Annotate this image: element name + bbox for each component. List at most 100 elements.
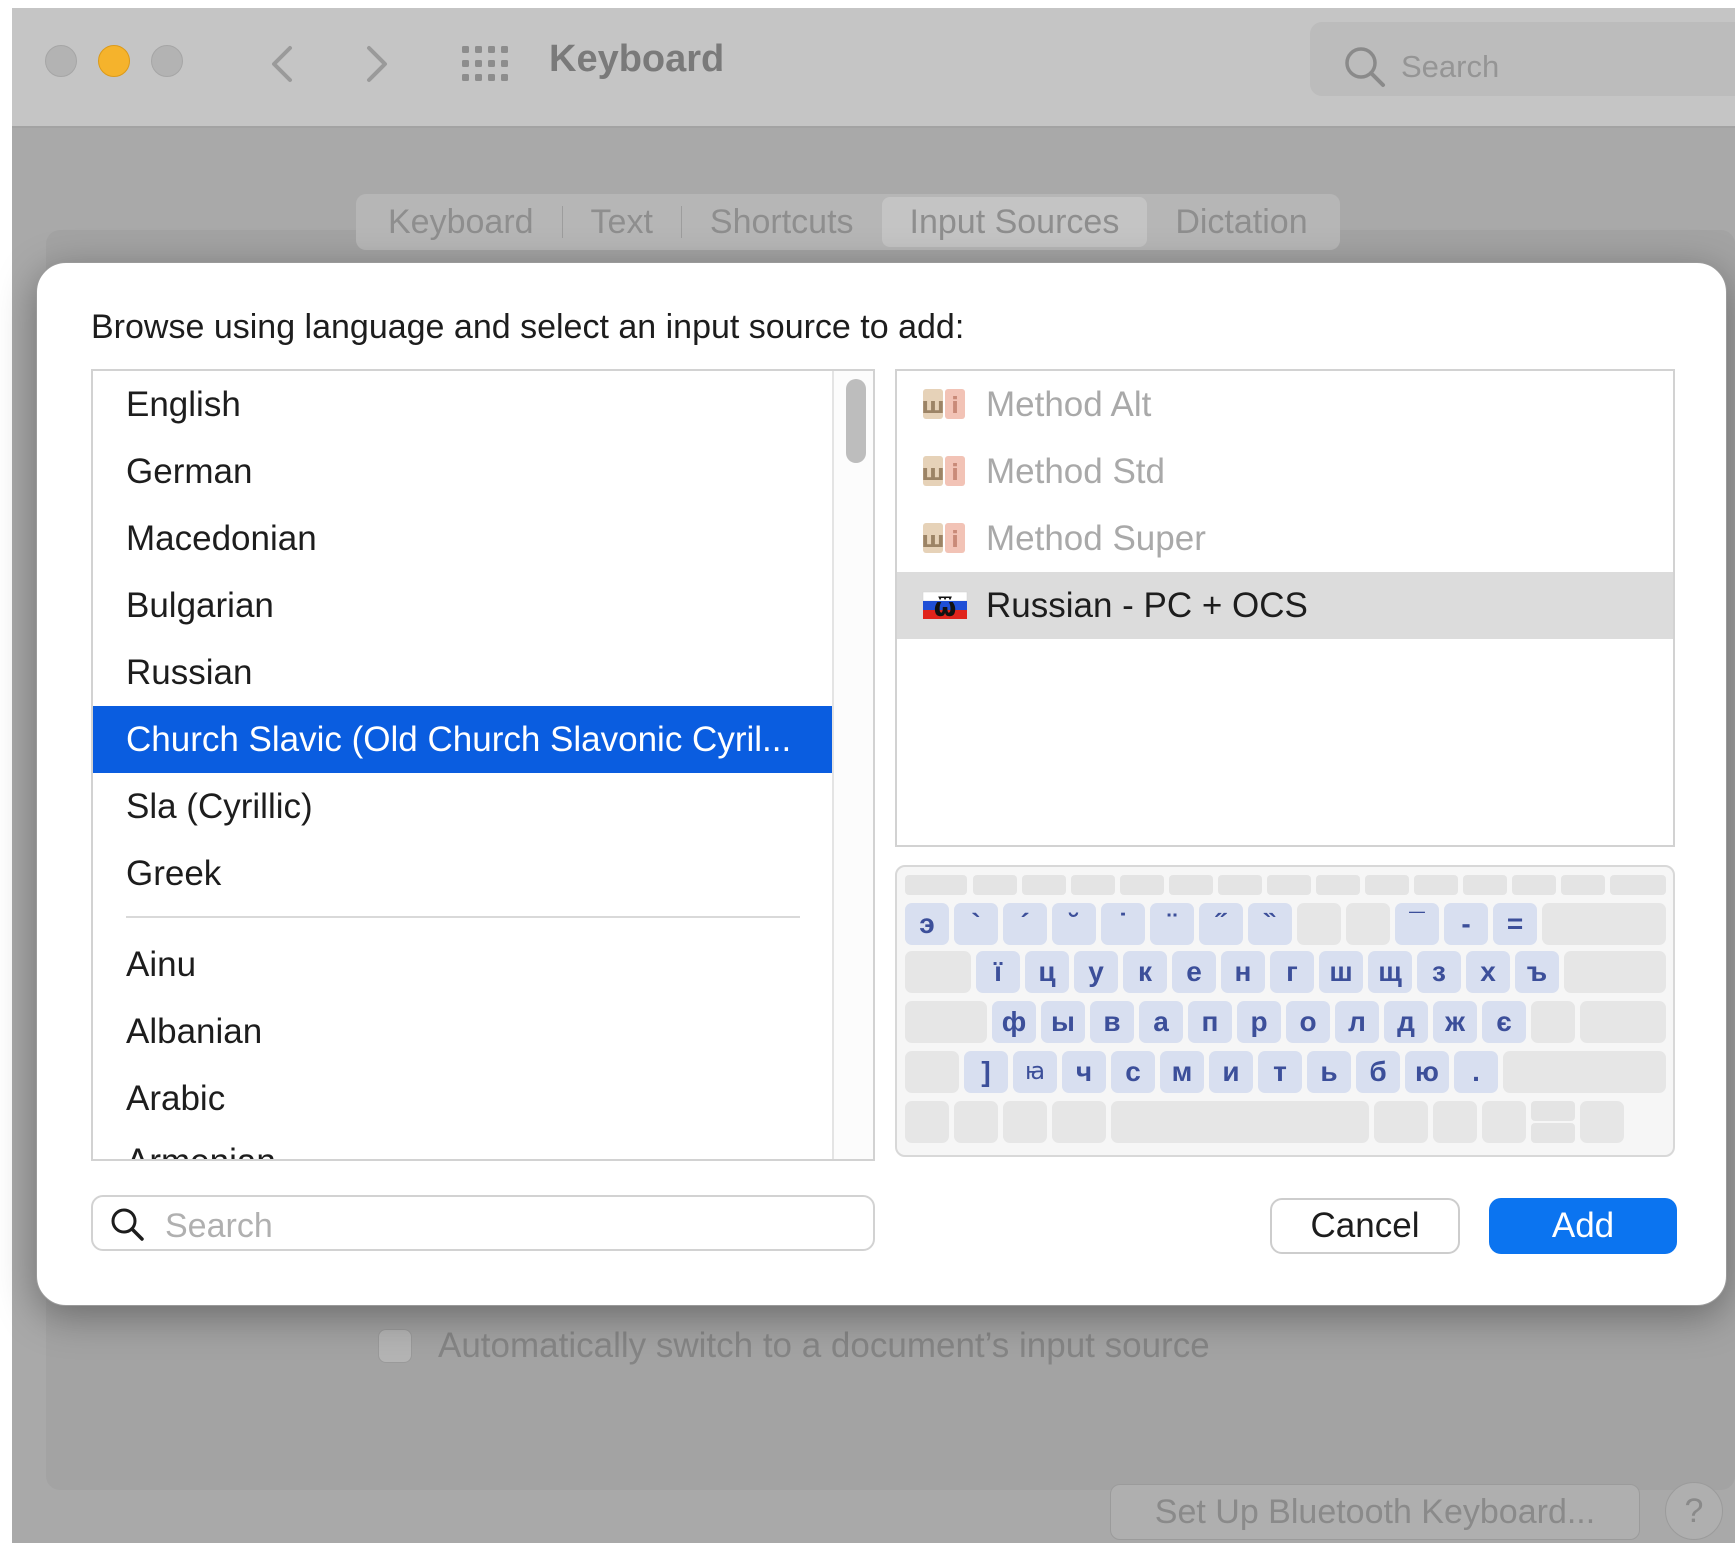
input-source-list[interactable]: ш і Method Alt ш і Method Std ш і Method… (895, 369, 1675, 847)
keyboard-key (1463, 875, 1507, 895)
keyboard-key: с (1111, 1051, 1155, 1093)
language-item-albanian[interactable]: Albanian (93, 998, 832, 1065)
language-item-bulgarian[interactable]: Bulgarian (93, 572, 832, 639)
keyboard-key: е (1172, 951, 1216, 993)
tab-input-sources[interactable]: Input Sources (881, 197, 1148, 247)
keyboard-key (1365, 875, 1409, 895)
language-item-macedonian[interactable]: Macedonian (93, 505, 832, 572)
keyboard-key: ˘ (1052, 903, 1096, 945)
language-item-arabic[interactable]: Arabic (93, 1065, 832, 1132)
language-item-armenian[interactable]: Armenian (93, 1128, 832, 1159)
title-bar: Keyboard Search (12, 8, 1735, 128)
keyboard-key (905, 1101, 949, 1143)
keyboard-key: - (1444, 903, 1488, 945)
scrollbar-thumb[interactable] (846, 379, 866, 463)
cancel-button[interactable]: Cancel (1270, 1198, 1460, 1254)
keyboard-key (1564, 951, 1666, 993)
zoom-window-button[interactable] (151, 45, 183, 77)
keyboard-key (1433, 1101, 1477, 1143)
keyboard-key: ´ (1003, 903, 1047, 945)
keyboard-key: д (1384, 1001, 1428, 1043)
keyboard-key: ь (1307, 1051, 1351, 1093)
setup-bluetooth-keyboard-button[interactable]: Set Up Bluetooth Keyboard... (1110, 1484, 1640, 1540)
svg-text:ѿ: ѿ (934, 593, 957, 622)
input-source-label: Method Alt (986, 385, 1152, 424)
keyboard-key (1531, 1101, 1575, 1121)
keyboard-key: о (1286, 1001, 1330, 1043)
keyboard-key: р (1237, 1001, 1281, 1043)
keyboard-key (1003, 1101, 1047, 1143)
language-list-scrollbar[interactable] (832, 371, 873, 1159)
language-search-field[interactable]: Search (91, 1195, 875, 1251)
keyboard-key (1561, 875, 1605, 895)
keyboard-key: ꙗ (1013, 1051, 1057, 1093)
close-window-button[interactable] (45, 45, 77, 77)
keyboard-key (1531, 1001, 1575, 1043)
keyboard-key: т (1258, 1051, 1302, 1093)
keyboard-preview: э ` ´ ˘ ˙ ¨ ˝ ̏ ¯ - = ї ц у к е н г ш щ … (895, 865, 1675, 1157)
window-title: Keyboard (549, 38, 725, 80)
language-item-greek[interactable]: Greek (93, 840, 832, 907)
keyboard-key: ї (976, 951, 1020, 993)
minimize-window-button[interactable] (98, 45, 130, 77)
input-source-method-super[interactable]: ш і Method Super (897, 505, 1673, 572)
keyboard-key: ъ (1515, 951, 1559, 993)
keyboard-key (954, 1101, 998, 1143)
language-list[interactable]: English German Macedonian Bulgarian Russ… (91, 369, 875, 1161)
language-item-sla-cyrillic[interactable]: Sla (Cyrillic) (93, 773, 832, 840)
keyboard-key: а (1139, 1001, 1183, 1043)
auto-switch-option[interactable]: Automatically switch to a document’s inp… (378, 1326, 1210, 1366)
svg-text:ш: ш (922, 461, 945, 486)
keyboard-key (1218, 875, 1262, 895)
keyboard-key: п (1188, 1001, 1232, 1043)
add-input-source-sheet: Browse using language and select an inpu… (36, 262, 1727, 1306)
input-source-method-alt[interactable]: ш і Method Alt (897, 371, 1673, 438)
keyboard-key (1169, 875, 1213, 895)
add-button[interactable]: Add (1489, 1198, 1677, 1254)
keyboard-key: л (1335, 1001, 1379, 1043)
back-arrow-icon[interactable] (262, 42, 302, 86)
keyboard-key: н (1221, 951, 1265, 993)
auto-switch-checkbox[interactable] (378, 1329, 412, 1363)
svg-text:і: і (951, 528, 959, 553)
keyboard-key: ˙ (1101, 903, 1145, 945)
keyboard-key (1071, 875, 1115, 895)
keyboard-key: б (1356, 1051, 1400, 1093)
keyboard-key (1374, 1101, 1428, 1143)
spacebar-key (1111, 1101, 1369, 1143)
svg-text:і: і (951, 394, 959, 419)
keyboard-key: ¨ (1150, 903, 1194, 945)
language-item-english[interactable]: English (93, 371, 832, 438)
forward-arrow-icon[interactable] (357, 42, 397, 86)
auto-switch-label: Automatically switch to a document’s inp… (438, 1326, 1210, 1365)
sheet-prompt: Browse using language and select an inpu… (91, 308, 965, 346)
tab-text[interactable]: Text (563, 197, 681, 247)
keyboard-key: ж (1433, 1001, 1477, 1043)
help-button[interactable]: ? (1665, 1482, 1723, 1540)
input-source-label: Method Std (986, 452, 1165, 491)
search-icon (1345, 47, 1385, 87)
tab-dictation[interactable]: Dictation (1147, 197, 1335, 247)
language-item-german[interactable]: German (93, 438, 832, 505)
input-source-label: Method Super (986, 519, 1206, 558)
keyboard-key (1267, 875, 1311, 895)
language-item-russian[interactable]: Russian (93, 639, 832, 706)
keyboard-key: є (1482, 1001, 1526, 1043)
keyboard-key: э (905, 903, 949, 945)
window-search-field[interactable]: Search (1310, 22, 1735, 96)
tab-bar: Keyboard Text Shortcuts Input Sources Di… (356, 194, 1340, 250)
keyboard-key: . (1454, 1051, 1498, 1093)
keyboard-key (1022, 875, 1066, 895)
keyboard-key: ч (1062, 1051, 1106, 1093)
language-item-ainu[interactable]: Ainu (93, 931, 832, 998)
input-source-method-std[interactable]: ш і Method Std (897, 438, 1673, 505)
keyboard-key: г (1270, 951, 1314, 993)
keyboard-key: х (1466, 951, 1510, 993)
keyboard-key (1580, 1001, 1666, 1043)
show-all-grid-icon[interactable] (460, 42, 512, 86)
tab-keyboard[interactable]: Keyboard (360, 197, 562, 247)
tab-shortcuts[interactable]: Shortcuts (682, 197, 882, 247)
keyboard-key (1512, 875, 1556, 895)
input-source-russian-pc-ocs[interactable]: ѿ Russian - PC + OCS (897, 572, 1673, 639)
language-item-church-slavic[interactable]: Church Slavic (Old Church Slavonic Cyril… (93, 706, 832, 773)
